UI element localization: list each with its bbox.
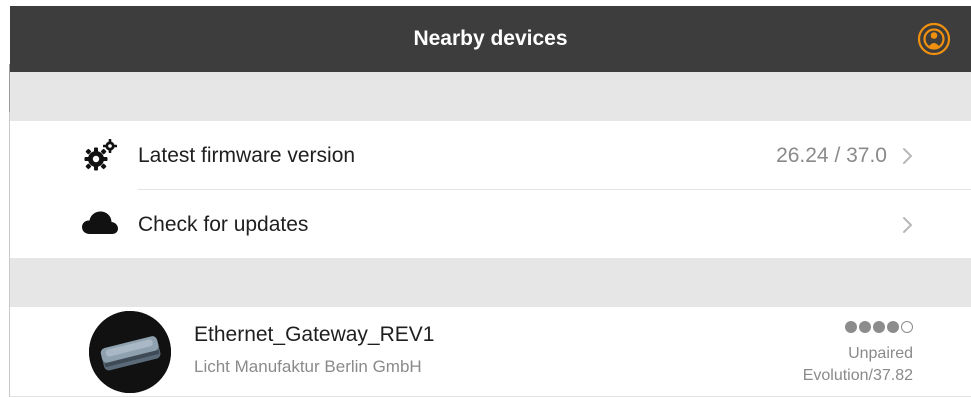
- device-name: Ethernet_Gateway_REV1: [194, 323, 435, 346]
- device-image: [89, 311, 171, 393]
- app-window: Nearby devices Latest firmware version 2…: [10, 6, 971, 397]
- signal-dot-filled: [859, 321, 871, 333]
- firmware-version-row[interactable]: Latest firmware version 26.24 / 37.0: [10, 121, 971, 189]
- device-list-item[interactable]: Ethernet_Gateway_REV1 Licht Manufaktur B…: [10, 307, 971, 397]
- check-updates-row[interactable]: Check for updates: [10, 189, 971, 258]
- signal-dot-empty: [901, 321, 913, 333]
- section-spacer-devices: [10, 258, 971, 307]
- firmware-label: Latest firmware version: [138, 144, 356, 167]
- device-vendor: Licht Manufaktur Berlin GmbH: [194, 357, 422, 376]
- signal-dot-filled: [845, 321, 857, 333]
- chevron-right-icon: [903, 148, 912, 164]
- signal-dot-filled: [873, 321, 885, 333]
- gears-icon: [80, 136, 120, 176]
- device-firmware-version: Evolution/37.82: [802, 367, 913, 384]
- cloud-icon: [80, 203, 120, 243]
- firmware-version-value: 26.24 / 37.0: [776, 144, 887, 167]
- broadcast-button[interactable]: [917, 22, 951, 56]
- window-left-edge: [0, 0, 11, 397]
- chevron-right-icon: [903, 217, 912, 233]
- section-spacer-top: [10, 72, 971, 121]
- pairing-status: Unpaired: [848, 345, 913, 362]
- header-bar: Nearby devices: [10, 6, 971, 72]
- broadcast-icon: [917, 22, 951, 56]
- signal-strength-indicator: [845, 321, 913, 335]
- signal-dot-filled: [887, 321, 899, 333]
- page-title: Nearby devices: [413, 27, 568, 50]
- check-updates-label: Check for updates: [138, 213, 309, 236]
- row-divider: [138, 189, 971, 190]
